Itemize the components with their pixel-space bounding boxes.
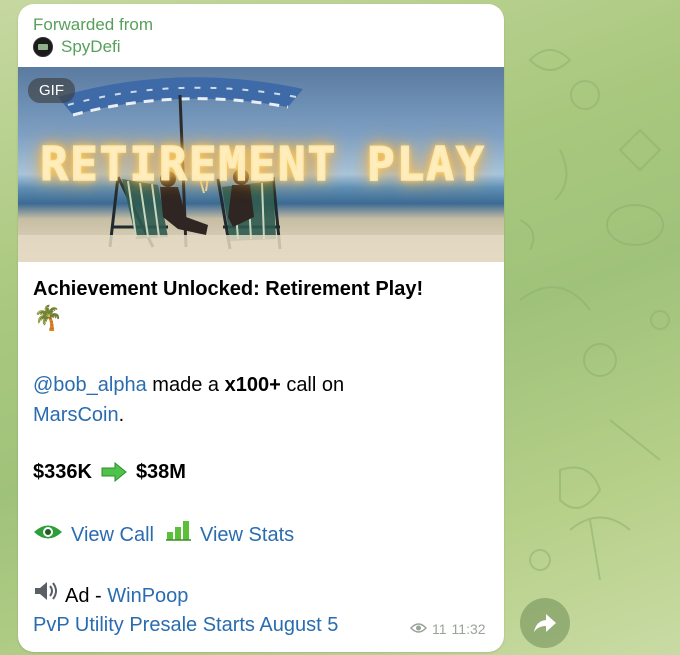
call-line: @bob_alpha made a x100+ call on [33, 370, 344, 400]
message-bubble[interactable]: Forwarded from SpyDefi GIF RETIREMENT PL… [18, 4, 504, 652]
views-eye-icon [409, 621, 428, 637]
neon-title: RETIREMENT PLAY [40, 136, 486, 192]
speaker-icon [33, 580, 59, 611]
call-text-after: call on [286, 374, 345, 396]
share-arrow-icon [534, 614, 556, 632]
price-from: $336K [33, 461, 92, 483]
palm-tree-icon: 🌴 [33, 305, 63, 332]
coin-line: MarsCoin. [33, 400, 124, 430]
view-stats-link[interactable]: View Stats [200, 520, 294, 550]
presale-link[interactable]: PvP Utility Presale Starts August 5 [33, 610, 338, 640]
ad-prefix: Ad - [65, 584, 108, 607]
message-time: 11:32 [451, 621, 486, 637]
share-button[interactable] [520, 598, 570, 648]
message-title: Achievement Unlocked: Retirement Play! [33, 278, 424, 300]
call-multiplier: x100+ [224, 374, 281, 396]
forwarded-label: Forwarded from [33, 15, 153, 34]
bar-chart-icon [166, 519, 192, 550]
price-line: $336K $38M [33, 457, 186, 487]
eye-icon [33, 520, 63, 550]
call-text-before: made a [152, 374, 220, 396]
forwarded-source[interactable]: SpyDefi [33, 37, 121, 57]
price-to: $38M [135, 461, 186, 483]
user-mention-link[interactable]: @bob_alpha [33, 374, 147, 396]
ad-brand-link[interactable]: WinPoop [107, 585, 188, 607]
source-name[interactable]: SpyDefi [61, 37, 121, 57]
view-call-link[interactable]: View Call [71, 520, 154, 550]
gif-media[interactable]: GIF RETIREMENT PLAY [18, 67, 504, 262]
ad-line: Ad - WinPoop [33, 580, 188, 611]
message-meta: 11 11:32 [409, 621, 486, 637]
gif-badge: GIF [28, 78, 75, 103]
action-links: View Call View Stats [33, 519, 294, 550]
coin-link[interactable]: MarsCoin [33, 404, 119, 426]
coin-suffix: . [118, 404, 125, 426]
source-avatar[interactable] [33, 37, 53, 57]
view-count: 11 [432, 621, 447, 637]
right-arrow-icon [100, 461, 128, 483]
